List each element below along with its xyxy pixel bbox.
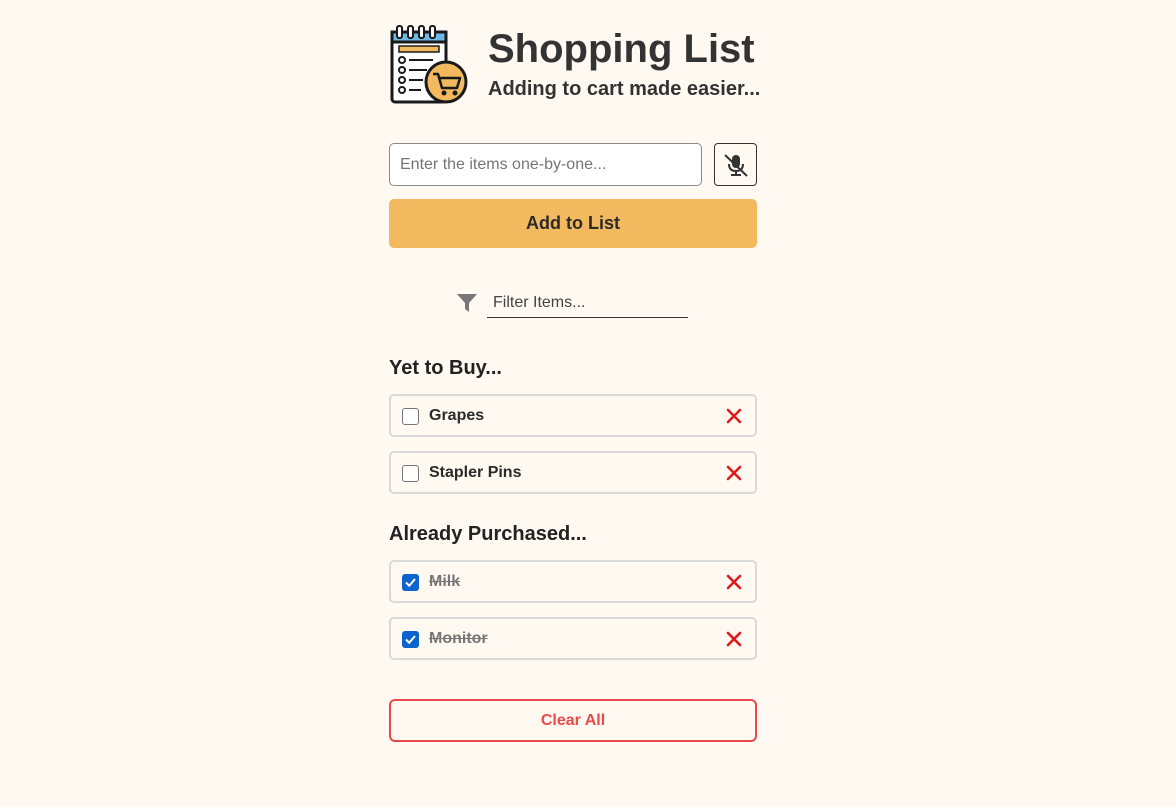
close-icon[interactable]	[726, 631, 742, 647]
notepad-cart-icon	[390, 25, 468, 104]
item-checkbox[interactable]	[402, 408, 419, 425]
item-checkbox[interactable]	[402, 574, 419, 591]
list-item: Monitor	[389, 617, 757, 660]
list-item: Stapler Pins	[389, 451, 757, 494]
item-checkbox[interactable]	[402, 631, 419, 648]
page-title: Shopping List	[488, 27, 755, 71]
clear-all-button[interactable]: Clear All	[389, 699, 757, 742]
section-title-yet-to-buy: Yet to Buy...	[389, 357, 502, 379]
item-label: Grapes	[429, 407, 485, 424]
add-to-list-button[interactable]: Add to List	[389, 199, 757, 248]
section-title-already-purchased: Already Purchased...	[389, 523, 587, 545]
page-subtitle: Adding to cart made easier...	[488, 78, 761, 100]
close-icon[interactable]	[726, 574, 742, 590]
checkmark-icon	[405, 635, 416, 645]
close-icon[interactable]	[726, 465, 742, 481]
item-checkbox[interactable]	[402, 465, 419, 482]
item-label: Monitor	[429, 630, 488, 647]
close-icon[interactable]	[726, 408, 742, 424]
list-item: Grapes	[389, 394, 757, 437]
shopping-list-app: Shopping List Adding to cart made easier…	[389, 0, 761, 742]
item-input[interactable]	[389, 143, 702, 186]
filter-row	[456, 289, 691, 319]
item-entry-row	[389, 143, 757, 186]
app-header: Shopping List Adding to cart made easier…	[389, 0, 761, 110]
item-label: Milk	[429, 573, 461, 590]
item-label: Stapler Pins	[429, 464, 522, 481]
filter-input[interactable]	[487, 289, 688, 318]
list-item: Milk	[389, 560, 757, 603]
mic-off-icon	[724, 154, 748, 177]
voice-input-button[interactable]	[714, 143, 757, 186]
checkmark-icon	[405, 578, 416, 588]
funnel-icon	[457, 294, 477, 312]
